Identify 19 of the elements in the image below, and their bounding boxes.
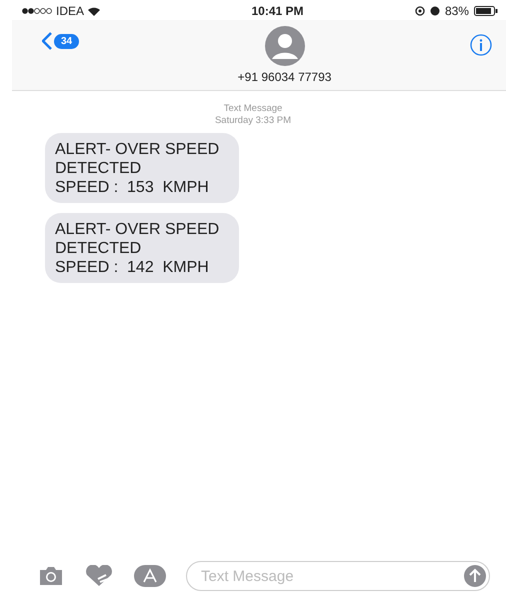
carrier-name: IDEA	[56, 4, 84, 18]
camera-icon[interactable]	[38, 566, 64, 586]
battery-percent: 83%	[444, 4, 469, 18]
service-label: Text Message	[224, 103, 282, 115]
info-icon[interactable]	[470, 34, 492, 56]
app-store-icon[interactable]	[134, 565, 166, 587]
contact-avatar[interactable]	[264, 26, 305, 66]
signal-icon	[22, 8, 52, 14]
message-timestamp: Saturday 3:33 PM	[214, 115, 292, 127]
unread-count-badge[interactable]: 34	[54, 34, 80, 48]
battery-icon	[474, 6, 498, 16]
wifi-icon	[88, 6, 100, 16]
message-bubble: ALERT- OVER SPEED DETECTED SPEED : 153 KMPH	[45, 133, 240, 203]
message-bubble: ALERT- OVER SPEED DETECTED SPEED : 142 KMPH	[45, 213, 240, 283]
heart-hand-icon[interactable]	[84, 565, 114, 587]
clock-time: 10:41 PM	[251, 4, 304, 18]
back-chevron-icon[interactable]	[42, 32, 52, 50]
contact-number: +91 96034 77793	[238, 70, 332, 84]
message-input-field[interactable]: Text Message	[186, 561, 490, 591]
